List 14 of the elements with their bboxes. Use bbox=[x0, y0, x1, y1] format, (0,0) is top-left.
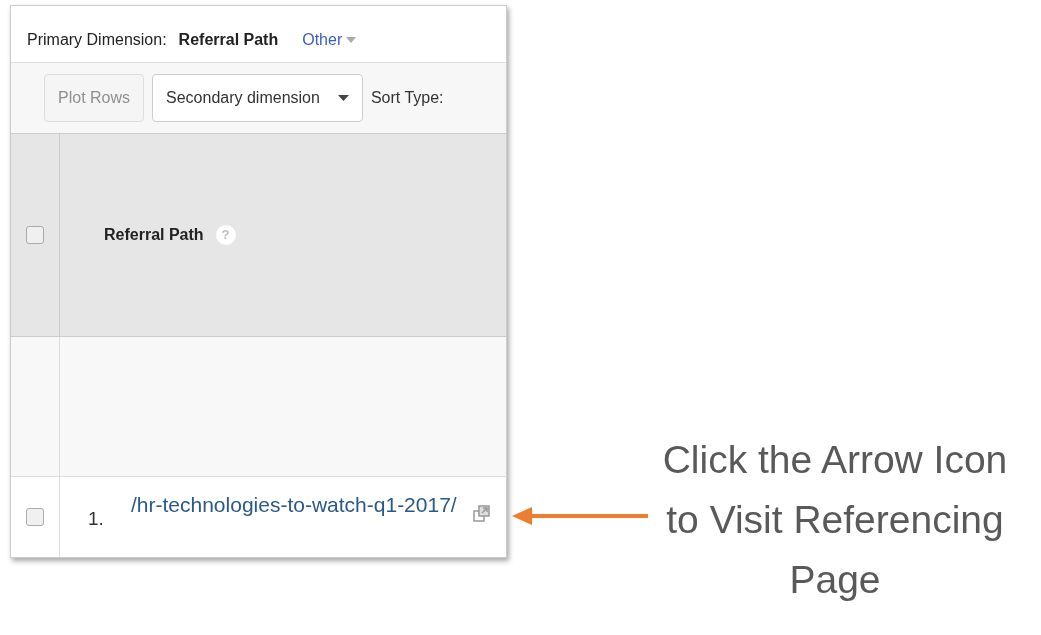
column-header[interactable]: Referral Path bbox=[104, 223, 204, 247]
primary-dimension-label: Primary Dimension: bbox=[27, 30, 167, 50]
referral-path-link[interactable]: /hr-technologies-to-watch-q1-2017/ bbox=[131, 491, 469, 519]
caret-icon bbox=[346, 37, 357, 43]
secondary-dimension-dropdown[interactable]: Secondary dimension bbox=[152, 74, 363, 122]
checkbox[interactable] bbox=[26, 508, 44, 526]
other-dropdown[interactable]: Other bbox=[302, 28, 357, 52]
sort-type-label: Sort Type: bbox=[370, 88, 444, 108]
selected-dimension[interactable]: Referral Path bbox=[178, 28, 279, 52]
external-link-icon[interactable] bbox=[473, 505, 491, 523]
caret-icon bbox=[337, 95, 349, 101]
annotation-text: Click the Arrow Icon to Visit Referencing Page bbox=[661, 437, 1009, 603]
row-number: 1. bbox=[88, 507, 105, 531]
checkbox[interactable] bbox=[26, 226, 44, 244]
